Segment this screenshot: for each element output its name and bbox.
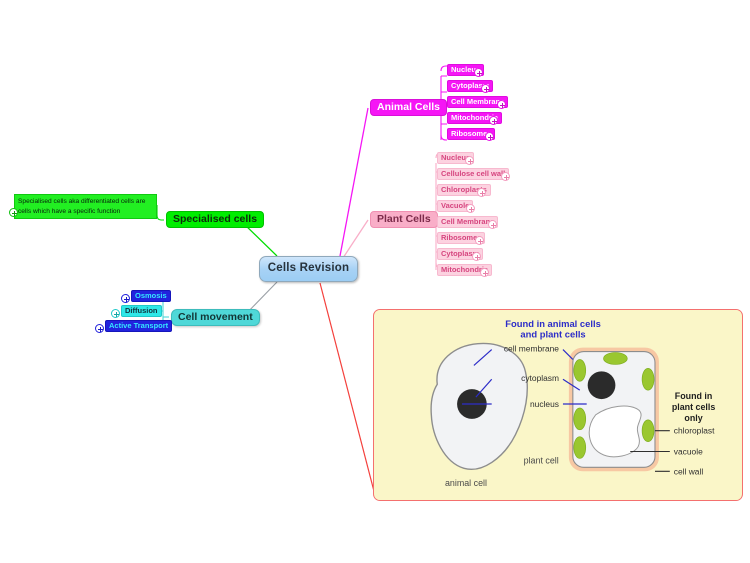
expand-icon-active-transport[interactable] xyxy=(95,324,104,333)
root-node-label: Cells Revision xyxy=(267,262,350,275)
expand-icon-diffusion[interactable] xyxy=(111,309,120,318)
branch-animal-cells-label: Animal Cells xyxy=(377,101,441,114)
root-node-cells-revision[interactable]: Cells Revision xyxy=(259,256,358,282)
expand-icon-animal-nucleus[interactable] xyxy=(474,68,483,77)
cell-diagram-panel[interactable]: Found in animal cells and plant cells ce… xyxy=(373,309,743,501)
right-heading-line3: only xyxy=(684,413,702,423)
expand-icon-animal-mitochondria[interactable] xyxy=(489,116,498,125)
node-osmosis[interactable]: Osmosis xyxy=(131,290,171,302)
label-nucleus: nucleus xyxy=(530,399,559,409)
expand-icon-animal-ribosomes[interactable] xyxy=(485,132,494,141)
expand-icon-plant-mitochondria[interactable] xyxy=(480,268,489,277)
expand-icon-osmosis[interactable] xyxy=(121,294,130,303)
node-diffusion[interactable]: Diffusion xyxy=(121,305,162,317)
label-cell-wall: cell wall xyxy=(674,466,704,476)
node-label: Active Transport xyxy=(109,321,169,331)
branch-specialised-cells-label: Specialised cells xyxy=(173,213,258,226)
label-animal-cell: animal cell xyxy=(445,478,487,488)
right-heading-line1: Found in xyxy=(675,391,713,401)
expand-icon-plant-cell-membrane[interactable] xyxy=(488,220,497,229)
label-cytoplasm: cytoplasm xyxy=(521,373,559,383)
diagram-heading-line1: Found in animal cells xyxy=(505,318,601,329)
plant-cell-nucleus-shape xyxy=(587,371,616,400)
node-label: Cell Membrane xyxy=(441,217,495,227)
label-cell-membrane: cell membrane xyxy=(504,344,559,354)
branch-cell-movement-label: Cell movement xyxy=(178,311,253,324)
expand-icon-animal-cytoplasm[interactable] xyxy=(481,84,490,93)
note-text: Specialised cells aka differentiated cel… xyxy=(18,198,146,215)
node-label: Osmosis xyxy=(135,291,167,301)
node-plant-cellulose-cell-wall[interactable]: Cellulose cell wall xyxy=(437,168,510,180)
branch-specialised-cells[interactable]: Specialised cells xyxy=(166,211,265,228)
expand-icon-plant-cellulose-cell-wall[interactable] xyxy=(501,172,510,181)
label-vacuole: vacuole xyxy=(674,446,703,456)
branch-cell-movement[interactable]: Cell movement xyxy=(171,309,260,326)
branch-plant-cells-label: Plant Cells xyxy=(377,213,431,226)
cell-diagram-svg: Found in animal cells and plant cells ce… xyxy=(374,310,742,500)
label-plant-cell: plant cell xyxy=(524,455,559,465)
node-label: Diffusion xyxy=(125,306,158,316)
note-specialised-cells[interactable]: Specialised cells aka differentiated cel… xyxy=(14,194,157,220)
plant-cell-vacuole-shape xyxy=(588,405,642,458)
node-active-transport[interactable]: Active Transport xyxy=(105,320,173,332)
expand-icon-animal-cell-membrane[interactable] xyxy=(497,100,506,109)
branch-plant-cells[interactable]: Plant Cells xyxy=(370,211,438,228)
expand-icon-plant-nucleus[interactable] xyxy=(465,156,474,165)
expand-icon-plant-vacuole[interactable] xyxy=(466,204,475,213)
label-chloroplast: chloroplast xyxy=(674,426,715,436)
expand-icon-plant-cytoplasm[interactable] xyxy=(472,252,481,261)
mindmap-canvas: Cells Revision Animal Cells Nucleus Cyto… xyxy=(0,0,750,563)
right-heading-line2: plant cells xyxy=(672,402,716,412)
node-label: Cellulose cell wall xyxy=(441,169,506,179)
expand-icon-plant-ribosomes[interactable] xyxy=(475,236,484,245)
expand-icon-specialised-cells-note[interactable] xyxy=(9,208,18,217)
diagram-heading-line2: and plant cells xyxy=(520,329,585,340)
branch-animal-cells[interactable]: Animal Cells xyxy=(370,99,448,116)
expand-icon-plant-chloroplasts[interactable] xyxy=(477,188,486,197)
